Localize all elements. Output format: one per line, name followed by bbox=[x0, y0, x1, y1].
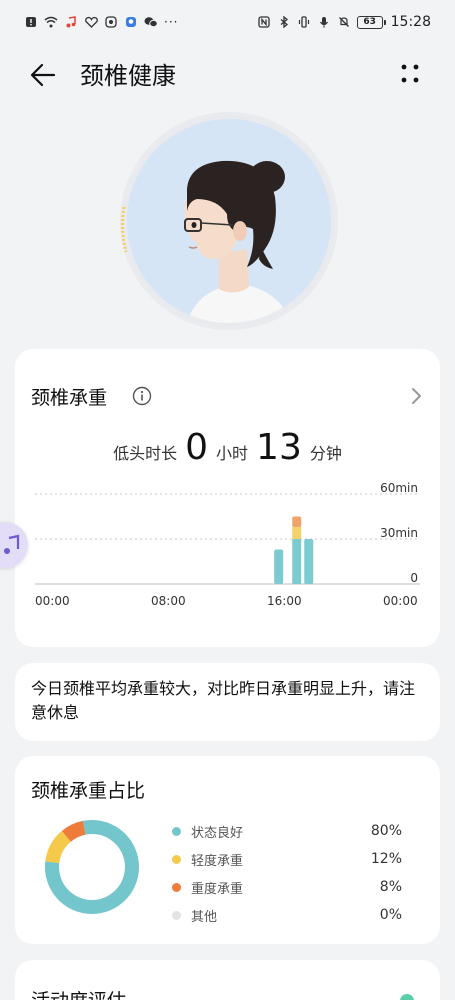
advice-text: 今日颈椎平均承重较大，对比昨日承重明显上升，请注意休息 bbox=[31, 679, 416, 722]
vibrate-icon bbox=[297, 15, 311, 29]
bluetooth-icon bbox=[277, 15, 291, 29]
neck-load-title: 颈椎承重 bbox=[31, 387, 108, 409]
duration-hours: 0 bbox=[185, 427, 209, 468]
status-left: ··· bbox=[24, 15, 178, 29]
alert-icon bbox=[24, 15, 38, 29]
status-time: 15:28 bbox=[390, 14, 431, 30]
load-ratio-card: 颈椎承重占比 bbox=[15, 756, 440, 944]
app-icon bbox=[104, 15, 118, 29]
status-overflow: ··· bbox=[164, 15, 179, 29]
neck-avatar bbox=[120, 112, 338, 330]
neck-load-card[interactable]: 颈椎承重 bbox=[15, 349, 440, 647]
advice-card: 今日颈椎平均承重较大，对比昨日承重明显上升，请注意休息 bbox=[15, 663, 440, 741]
duration-minutes: 13 bbox=[256, 427, 302, 468]
load-ratio-title: 颈椎承重占比 bbox=[31, 780, 146, 802]
battery-indicator: 63 bbox=[356, 15, 386, 29]
page-title: 颈椎健康 bbox=[80, 62, 176, 90]
duration-label: 低头时长 bbox=[113, 444, 178, 463]
heart-icon bbox=[84, 15, 98, 29]
back-button[interactable] bbox=[28, 60, 60, 90]
app-header: 颈椎健康 bbox=[0, 52, 455, 96]
music-note-icon bbox=[64, 15, 78, 29]
music-note-icon bbox=[4, 534, 20, 554]
head-down-duration: 低头时长 0 小时 13 分钟 bbox=[0, 430, 455, 466]
duration-hours-unit: 小时 bbox=[216, 444, 249, 463]
mic-icon bbox=[317, 15, 331, 29]
chevron-right-icon[interactable] bbox=[410, 386, 424, 406]
activity-assessment-title: 活动度评估 bbox=[31, 986, 126, 1000]
avatar-image bbox=[127, 119, 331, 323]
bulb-icon bbox=[124, 15, 138, 29]
wechat-icon bbox=[144, 15, 158, 29]
info-icon[interactable] bbox=[132, 386, 152, 406]
arrow-left-icon bbox=[30, 63, 56, 87]
status-bar: ··· 63 15:28 bbox=[0, 0, 455, 44]
mute-bell-icon bbox=[337, 15, 351, 29]
girl-profile-illustration bbox=[127, 119, 331, 323]
activity-assessment-card[interactable]: 活动度评估 bbox=[15, 960, 440, 1000]
more-options-button[interactable] bbox=[396, 60, 424, 88]
status-right: 63 15:28 bbox=[257, 14, 431, 30]
wifi-icon bbox=[44, 15, 58, 29]
duration-minutes-unit: 分钟 bbox=[309, 444, 342, 463]
more-dots-icon bbox=[401, 64, 419, 83]
nfc-icon bbox=[257, 15, 271, 29]
